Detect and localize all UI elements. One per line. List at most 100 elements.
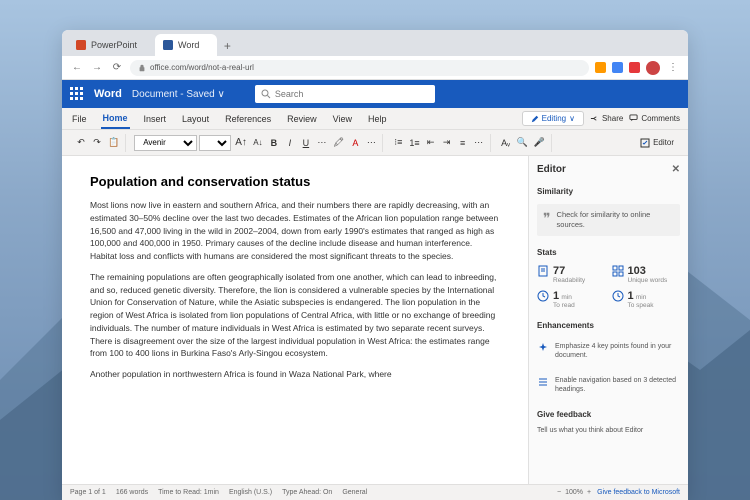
shrink-font-button[interactable]: A↓ <box>251 135 265 151</box>
font-color-button[interactable]: A <box>348 135 362 151</box>
stats-heading: Stats <box>537 248 680 257</box>
enhancement-navigation[interactable]: Enable navigation based on 3 detected he… <box>537 372 680 398</box>
stat-time-read: 1 minTo read <box>537 290 606 309</box>
reload-button[interactable]: ⟳ <box>110 61 124 75</box>
tab-layout[interactable]: Layout <box>180 110 211 128</box>
similarity-check-button[interactable]: ❞ Check for similarity to online sources… <box>537 204 680 236</box>
status-page[interactable]: Page 1 of 1 <box>70 489 106 496</box>
list-icon <box>537 376 549 388</box>
paragraph-more-button[interactable]: ⋯ <box>472 135 486 151</box>
search-input[interactable] <box>275 89 429 99</box>
extension-icon[interactable] <box>595 62 606 73</box>
zoom-level: 100% <box>565 489 583 496</box>
similarity-heading: Similarity <box>537 187 680 196</box>
feedback-heading: Give feedback <box>537 410 680 419</box>
word-icon <box>163 40 173 50</box>
paste-button[interactable]: 📋 <box>106 135 121 151</box>
sparkle-icon <box>537 342 549 354</box>
enhancements-heading: Enhancements <box>537 321 680 330</box>
document-icon <box>537 265 549 277</box>
tab-review[interactable]: Review <box>285 110 319 128</box>
zoom-in-button[interactable]: + <box>587 489 591 496</box>
font-family-select[interactable]: Avenir <box>134 135 197 151</box>
align-button[interactable]: ≡ <box>456 135 470 151</box>
search-box[interactable] <box>255 85 435 103</box>
font-size-select[interactable]: 18 <box>199 135 231 151</box>
tab-help[interactable]: Help <box>366 110 389 128</box>
status-time: Time to Read: 1min <box>158 489 219 496</box>
menu-button[interactable]: ⋮ <box>666 61 680 75</box>
tab-file[interactable]: File <box>70 110 89 128</box>
extension-icon[interactable] <box>612 62 623 73</box>
undo-button[interactable]: ↶ <box>74 135 88 151</box>
enhancement-emphasize[interactable]: Emphasize 4 key points found in your doc… <box>537 338 680 364</box>
clock-icon <box>612 290 624 302</box>
status-words[interactable]: 166 words <box>116 489 148 496</box>
more-font-button[interactable]: ⋯ <box>315 135 329 151</box>
zoom-out-button[interactable]: − <box>557 489 561 496</box>
grow-font-button[interactable]: A↑ <box>233 135 249 151</box>
extension-icon[interactable] <box>629 62 640 73</box>
status-language[interactable]: English (U.S.) <box>229 489 272 496</box>
find-button[interactable]: 🔍 <box>515 135 530 151</box>
browser-window: PowerPoint Word + ← → ⟳ office.com/word/… <box>62 30 688 500</box>
editor-title: Editor <box>537 164 566 175</box>
url-input[interactable]: office.com/word/not-a-real-url <box>130 60 589 76</box>
back-button[interactable]: ← <box>70 61 84 75</box>
formatting-toolbar: ↶ ↷ 📋 Avenir 18 A↑ A↓ B I U ⋯ 🖍 A ⋯ ⁝≡ 1… <box>62 130 688 156</box>
powerpoint-icon <box>76 40 86 50</box>
status-general: General <box>342 489 367 496</box>
stat-label: Readability <box>553 277 585 284</box>
address-bar: ← → ⟳ office.com/word/not-a-real-url ⋮ <box>62 56 688 80</box>
bullets-button[interactable]: ⁝≡ <box>391 135 405 151</box>
highlight-button[interactable]: 🖍 <box>331 135 346 151</box>
clear-format-button[interactable]: ⋯ <box>364 135 378 151</box>
forward-button[interactable]: → <box>90 61 104 75</box>
stat-value: 1 <box>553 290 559 302</box>
editor-button-label: Editor <box>653 138 674 147</box>
stats-grid: 77Readability 103Unique words 1 minTo re… <box>537 265 680 309</box>
dictate-button[interactable]: 🎤 <box>532 135 547 151</box>
pencil-icon <box>531 115 539 123</box>
numbering-button[interactable]: 1≡ <box>407 135 421 151</box>
zoom-controls: − 100% + <box>557 489 591 496</box>
document-name[interactable]: Document - Saved ∨ <box>132 89 225 100</box>
search-icon <box>261 89 271 99</box>
stat-label: To read <box>553 302 575 309</box>
editing-mode-button[interactable]: Editing ∨ <box>522 111 584 126</box>
document-heading: Population and conservation status <box>90 174 500 189</box>
close-icon[interactable]: ✕ <box>672 164 680 175</box>
editor-pane: Editor ✕ Similarity ❞ Check for similari… <box>528 156 688 484</box>
tab-references[interactable]: References <box>223 110 273 128</box>
share-label: Share <box>602 114 623 123</box>
document-canvas[interactable]: Population and conservation status Most … <box>62 156 528 484</box>
tab-insert[interactable]: Insert <box>142 110 169 128</box>
comment-icon <box>629 114 638 123</box>
editor-button[interactable]: Editor <box>634 136 680 150</box>
stat-label: To speak <box>628 302 654 309</box>
styles-button[interactable]: Aᵥ <box>499 135 513 151</box>
tab-home[interactable]: Home <box>101 109 130 129</box>
indent-less-button[interactable]: ⇤ <box>424 135 438 151</box>
underline-button[interactable]: U <box>299 135 313 151</box>
new-tab-button[interactable]: + <box>217 36 237 56</box>
bold-button[interactable]: B <box>267 135 281 151</box>
url-text: office.com/word/not-a-real-url <box>150 63 254 72</box>
tab-word[interactable]: Word <box>155 34 217 56</box>
apps-launcher-icon[interactable] <box>70 87 84 101</box>
share-button[interactable]: Share <box>590 114 623 123</box>
feedback-link[interactable]: Give feedback to Microsoft <box>597 489 680 496</box>
chevron-down-icon: ∨ <box>569 114 575 123</box>
content-area: Population and conservation status Most … <box>62 156 688 484</box>
tab-view[interactable]: View <box>331 110 354 128</box>
extension-icons: ⋮ <box>595 61 680 75</box>
profile-avatar[interactable] <box>646 61 660 75</box>
tab-powerpoint[interactable]: PowerPoint <box>68 34 155 56</box>
comments-button[interactable]: Comments <box>629 114 680 123</box>
indent-more-button[interactable]: ⇥ <box>440 135 454 151</box>
feedback-text: Tell us what you think about Editor <box>537 427 680 434</box>
redo-button[interactable]: ↷ <box>90 135 104 151</box>
italic-button[interactable]: I <box>283 135 297 151</box>
app-name: Word <box>94 88 122 100</box>
similarity-text: Check for similarity to online sources. <box>557 210 674 230</box>
